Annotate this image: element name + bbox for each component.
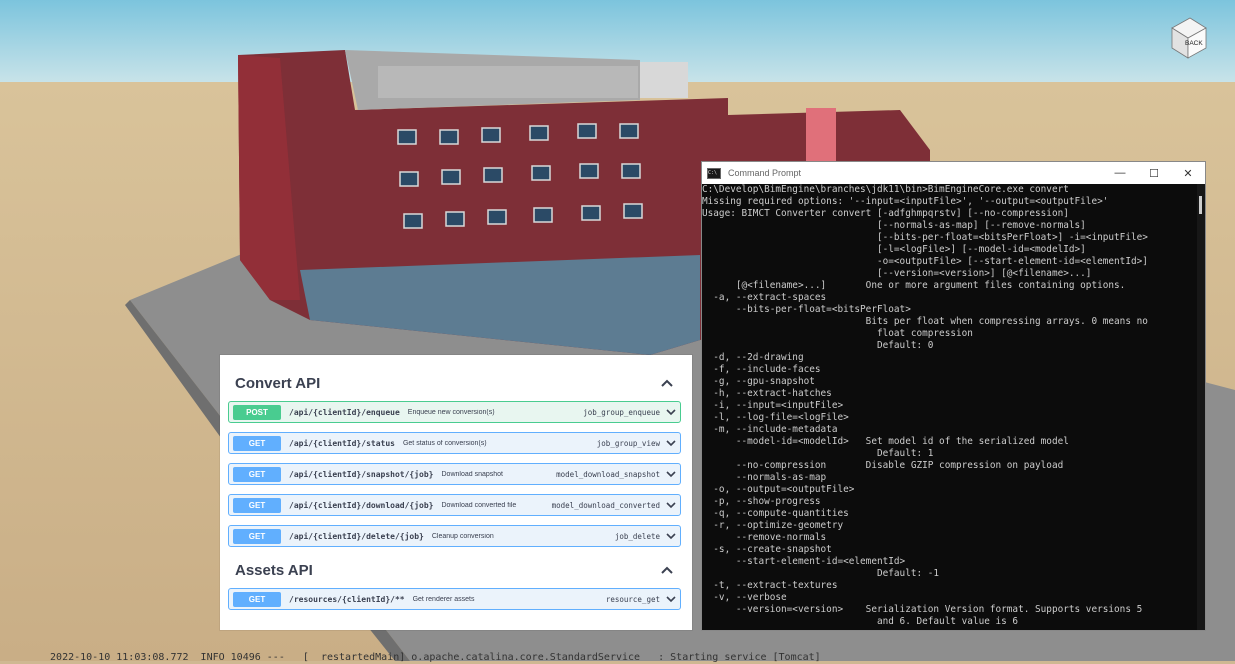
chevron-up-icon[interactable] — [660, 376, 674, 390]
operation-path: /api/{clientId}/delete/{job} — [289, 531, 424, 541]
chevron-down-icon[interactable] — [666, 438, 676, 448]
chevron-down-icon[interactable] — [666, 594, 676, 604]
operation-id: model_download_converted — [551, 500, 660, 510]
operation-path: /api/{clientId}/status — [289, 438, 395, 448]
console-line: --start-element-id=<elementId> — [702, 556, 906, 567]
console-line: [--version=<version>] [@<filename>...] — [702, 268, 1092, 279]
console-line: -d, --2d-drawing — [702, 352, 804, 363]
operation-status[interactable]: GET /api/{clientId}/status Get status of… — [228, 432, 681, 454]
console-output[interactable]: C:\Develop\BimEngine\branches\jdk11\bin>… — [702, 184, 1196, 630]
console-line: and 6. Default value is 6 — [702, 616, 1019, 627]
console-line: -i, --input=<inputFile> — [702, 400, 844, 411]
operation-id: job_group_view — [596, 438, 660, 448]
method-badge: GET — [233, 466, 281, 482]
operation-id: resource_get — [605, 594, 660, 604]
console-line: -r, --optimize-geometry — [702, 520, 844, 531]
operation-snapshot[interactable]: GET /api/{clientId}/snapshot/{job} Downl… — [228, 463, 681, 485]
console-line: -h, --extract-hatches — [702, 388, 832, 399]
operation-resources[interactable]: GET /resources/{clientId}/** Get rendere… — [228, 588, 681, 610]
section-title: Convert API — [235, 374, 321, 392]
close-button[interactable]: ✕ — [1171, 162, 1205, 184]
operation-summary: Download converted file — [441, 501, 517, 509]
section-title: Assets API — [235, 561, 313, 579]
console-line: --model-id=<modelId> Set model id of the… — [702, 436, 1069, 447]
console-line: -l, --log-file=<logFile> — [702, 412, 849, 423]
console-line: Missing required options: '--input=<inpu… — [702, 196, 1109, 207]
console-line: Default: 1 — [702, 448, 934, 459]
nav-cube-label: BACK — [1185, 40, 1203, 47]
console-line: Default: 0 — [702, 340, 934, 351]
operation-download[interactable]: GET /api/{clientId}/download/{job} Downl… — [228, 494, 681, 516]
method-badge: GET — [233, 435, 281, 451]
console-line: --normals-as-map — [702, 472, 827, 483]
chevron-down-icon[interactable] — [666, 407, 676, 417]
operation-summary: Get status of conversion(s) — [402, 439, 487, 447]
minimize-button[interactable]: — — [1103, 162, 1137, 184]
section-assets-api[interactable]: Assets API — [235, 557, 674, 583]
operation-path: /resources/{clientId}/** — [289, 594, 405, 604]
command-prompt-window[interactable]: C:\ Command Prompt — ☐ ✕ C:\Develop\BimE… — [701, 161, 1206, 631]
console-line: -v, --verbose — [702, 592, 787, 603]
operation-summary: Enqueue new conversion(s) — [407, 408, 495, 416]
window-title: Command Prompt — [728, 168, 802, 178]
chevron-down-icon[interactable] — [666, 531, 676, 541]
maximize-button[interactable]: ☐ — [1137, 162, 1171, 184]
console-line: -m, --include-metadata — [702, 424, 838, 435]
console-line: --version=<version> Serialization Versio… — [702, 604, 1143, 615]
console-line: Bits per float when compressing arrays. … — [702, 316, 1148, 327]
chevron-down-icon[interactable] — [666, 500, 676, 510]
operation-id: model_download_snapshot — [556, 469, 660, 479]
console-line: -g, --gpu-snapshot — [702, 376, 815, 387]
console-line: float compression — [702, 328, 973, 339]
cmd-app-icon: C:\ — [707, 167, 721, 179]
console-line: -s, --create-snapshot — [702, 544, 832, 555]
operation-path: /api/{clientId}/enqueue — [289, 407, 400, 417]
console-line: -o=<outputFile> [--start-element-id=<ele… — [702, 256, 1148, 267]
chevron-down-icon[interactable] — [666, 469, 676, 479]
operation-id: job_delete — [614, 531, 660, 541]
operation-summary: Download snapshot — [441, 470, 504, 478]
console-line: [@<filename>...] One or more argument fi… — [702, 280, 1126, 291]
method-badge: GET — [233, 528, 281, 544]
window-titlebar[interactable]: C:\ Command Prompt — ☐ ✕ — [702, 162, 1205, 184]
console-line: --no-compression Disable GZIP compressio… — [702, 460, 1064, 471]
server-log-line: 2022-10-10 11:03:08.772 INFO 10496 --- [… — [38, 652, 821, 663]
console-line: C:\Develop\BimEngine\branches\jdk11\bin>… — [702, 184, 1069, 195]
section-convert-api[interactable]: Convert API — [235, 370, 674, 396]
console-line: -q, --compute-quantities — [702, 508, 849, 519]
console-line: -o, --output=<outputFile> — [702, 484, 855, 495]
operation-id: job_group_enqueue — [583, 407, 660, 417]
console-line: [--bits-per-float=<bitsPerFloat>] -i=<in… — [702, 232, 1148, 243]
swagger-panel: Convert API POST /api/{clientId}/enqueue… — [220, 355, 692, 630]
chevron-up-icon[interactable] — [660, 563, 674, 577]
console-line: --remove-normals — [702, 532, 827, 543]
console-line: Default: -1 — [702, 568, 940, 579]
console-line: --bits-per-float=<bitsPerFloat> — [702, 304, 911, 315]
operation-path: /api/{clientId}/download/{job} — [289, 500, 434, 510]
operation-summary: Get renderer assets — [412, 595, 475, 603]
console-line: -p, --show-progress — [702, 496, 821, 507]
operation-path: /api/{clientId}/snapshot/{job} — [289, 469, 434, 479]
method-badge: GET — [233, 497, 281, 513]
console-line: [--normals-as-map] [--remove-normals] — [702, 220, 1086, 231]
method-badge: GET — [233, 591, 281, 607]
console-line: Usage: BIMCT Converter convert [-adfghmp… — [702, 208, 1069, 219]
console-line: [-l=<logFile>] [--model-id=<modelId>] — [702, 244, 1086, 255]
method-badge: POST — [233, 404, 281, 420]
console-line: -t, --extract-textures — [702, 580, 838, 591]
console-line: -a, --extract-spaces — [702, 292, 827, 303]
vertical-scrollbar[interactable] — [1197, 184, 1205, 630]
console-line: -f, --include-faces — [702, 364, 821, 375]
operation-enqueue[interactable]: POST /api/{clientId}/enqueue Enqueue new… — [228, 401, 681, 423]
operation-summary: Cleanup conversion — [431, 532, 494, 540]
operation-delete[interactable]: GET /api/{clientId}/delete/{job} Cleanup… — [228, 525, 681, 547]
scrollbar-thumb[interactable] — [1199, 196, 1202, 214]
